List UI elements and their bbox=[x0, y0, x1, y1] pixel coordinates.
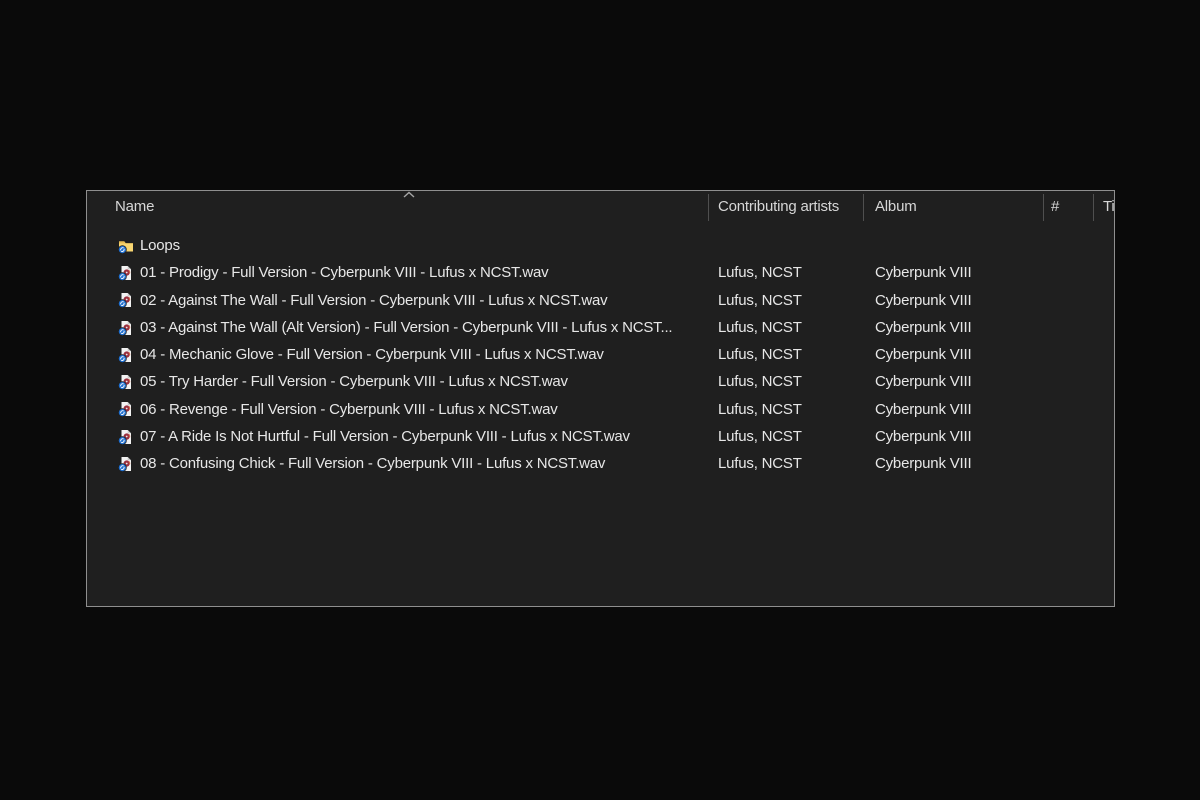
file-row[interactable]: 02 - Against The Wall - Full Version - C… bbox=[87, 287, 1114, 314]
file-contributing-artists: Lufus, NCST bbox=[718, 423, 802, 450]
file-album: Cyberpunk VIII bbox=[875, 341, 971, 368]
sync-badge-icon bbox=[118, 464, 126, 472]
file-album: Cyberpunk VIII bbox=[875, 450, 971, 477]
file-name: 02 - Against The Wall - Full Version - C… bbox=[140, 287, 706, 314]
file-name: 01 - Prodigy - Full Version - Cyberpunk … bbox=[140, 259, 706, 286]
column-resize-handle[interactable] bbox=[708, 194, 709, 221]
audio-file-icon bbox=[118, 401, 134, 417]
sync-badge-icon bbox=[118, 409, 126, 417]
file-contributing-artists: Lufus, NCST bbox=[718, 287, 802, 314]
sync-badge-icon bbox=[118, 245, 126, 253]
folder-name: Loops bbox=[140, 232, 706, 259]
sync-badge-icon bbox=[118, 382, 126, 390]
file-row[interactable]: 04 - Mechanic Glove - Full Version - Cyb… bbox=[87, 341, 1114, 368]
column-header-name[interactable]: Name bbox=[115, 191, 154, 223]
synced-folder-icon bbox=[118, 238, 134, 254]
file-contributing-artists: Lufus, NCST bbox=[718, 396, 802, 423]
column-resize-handle[interactable] bbox=[1093, 194, 1094, 221]
sync-badge-icon bbox=[118, 300, 126, 308]
file-album: Cyberpunk VIII bbox=[875, 259, 971, 286]
file-contributing-artists: Lufus, NCST bbox=[718, 450, 802, 477]
column-header-album[interactable]: Album bbox=[875, 191, 917, 223]
file-contributing-artists: Lufus, NCST bbox=[718, 314, 802, 341]
file-contributing-artists: Lufus, NCST bbox=[718, 259, 802, 286]
file-name: 05 - Try Harder - Full Version - Cyberpu… bbox=[140, 368, 706, 395]
file-album: Cyberpunk VIII bbox=[875, 368, 971, 395]
explorer-window: Name Contributing artists Album # Ti bbox=[86, 190, 1115, 607]
sync-badge-icon bbox=[118, 436, 126, 444]
file-row[interactable]: 06 - Revenge - Full Version - Cyberpunk … bbox=[87, 396, 1114, 423]
file-name: 08 - Confusing Chick - Full Version - Cy… bbox=[140, 450, 706, 477]
file-row[interactable]: 05 - Try Harder - Full Version - Cyberpu… bbox=[87, 368, 1114, 395]
file-album: Cyberpunk VIII bbox=[875, 287, 971, 314]
file-list: Loops 01 - Prodigy - Full Version - Cybe… bbox=[87, 223, 1114, 478]
file-row[interactable]: 01 - Prodigy - Full Version - Cyberpunk … bbox=[87, 259, 1114, 286]
audio-file-icon bbox=[118, 265, 134, 281]
file-name: 03 - Against The Wall (Alt Version) - Fu… bbox=[140, 314, 706, 341]
file-name: 07 - A Ride Is Not Hurtful - Full Versio… bbox=[140, 423, 706, 450]
file-album: Cyberpunk VIII bbox=[875, 423, 971, 450]
audio-file-icon bbox=[118, 292, 134, 308]
audio-file-icon bbox=[118, 320, 134, 336]
desktop-background: Name Contributing artists Album # Ti bbox=[0, 0, 1200, 800]
column-header-title[interactable]: Ti bbox=[1103, 191, 1115, 223]
column-header-contributing-artists[interactable]: Contributing artists bbox=[718, 191, 839, 223]
file-album: Cyberpunk VIII bbox=[875, 396, 971, 423]
file-album: Cyberpunk VIII bbox=[875, 314, 971, 341]
column-header-track-number[interactable]: # bbox=[1051, 191, 1059, 223]
file-row[interactable]: 08 - Confusing Chick - Full Version - Cy… bbox=[87, 450, 1114, 477]
audio-file-icon bbox=[118, 347, 134, 363]
file-row[interactable]: 07 - A Ride Is Not Hurtful - Full Versio… bbox=[87, 423, 1114, 450]
sync-badge-icon bbox=[118, 327, 126, 335]
file-name: 04 - Mechanic Glove - Full Version - Cyb… bbox=[140, 341, 706, 368]
file-row[interactable]: 03 - Against The Wall (Alt Version) - Fu… bbox=[87, 314, 1114, 341]
file-contributing-artists: Lufus, NCST bbox=[718, 341, 802, 368]
file-name: 06 - Revenge - Full Version - Cyberpunk … bbox=[140, 396, 706, 423]
folder-row[interactable]: Loops bbox=[87, 232, 1114, 259]
sync-badge-icon bbox=[118, 273, 126, 281]
column-resize-handle[interactable] bbox=[1043, 194, 1044, 221]
sync-badge-icon bbox=[118, 354, 126, 362]
audio-file-icon bbox=[118, 456, 134, 472]
column-resize-handle[interactable] bbox=[863, 194, 864, 221]
file-contributing-artists: Lufus, NCST bbox=[718, 368, 802, 395]
audio-file-icon bbox=[118, 374, 134, 390]
column-header-row: Name Contributing artists Album # Ti bbox=[87, 191, 1114, 223]
audio-file-icon bbox=[118, 429, 134, 445]
